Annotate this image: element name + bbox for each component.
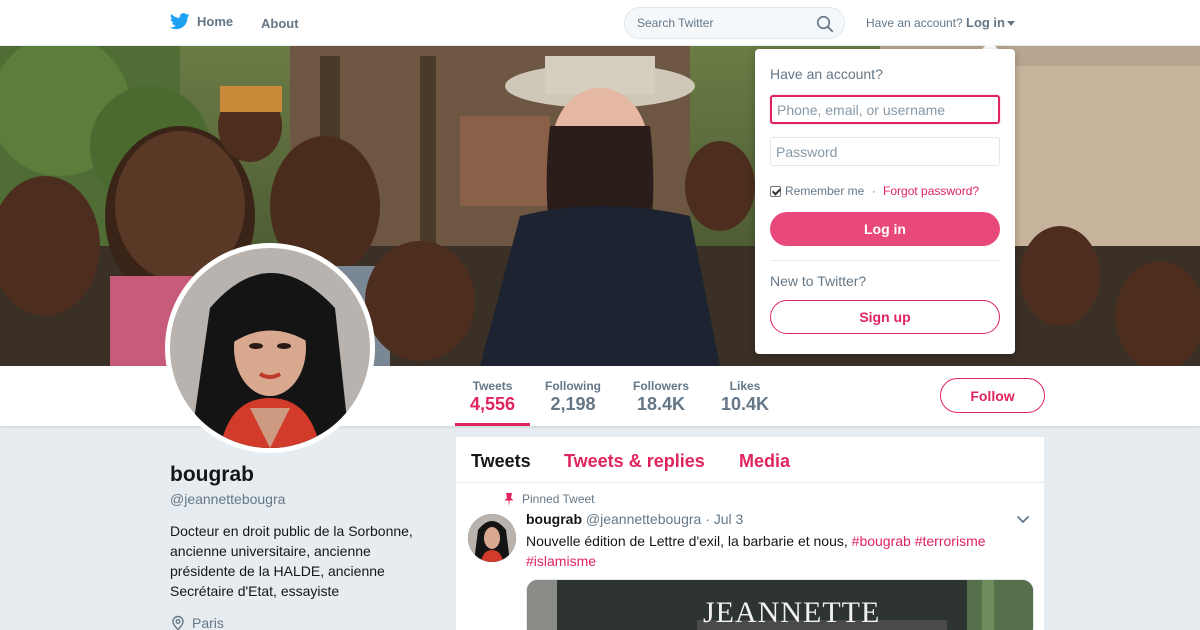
hashtag-islamisme[interactable]: #islamisme	[526, 553, 596, 569]
search-icon[interactable]	[816, 15, 834, 33]
hashtag-terrorisme[interactable]: #terrorisme	[915, 533, 986, 549]
stat-tweets-value: 4,556	[470, 394, 516, 414]
login-dropdown: Have an account? Remember me · Forgot pa…	[755, 49, 1015, 354]
tweet-author-name[interactable]: bougrab	[526, 511, 582, 527]
chevron-down-icon[interactable]	[1016, 515, 1030, 525]
stat-followers-label: Followers	[633, 379, 690, 393]
remember-me-label: Remember me	[785, 184, 865, 198]
tweet-avatar-image	[468, 514, 516, 562]
new-to-twitter-text: New to Twitter?	[770, 273, 867, 289]
pin-icon	[504, 492, 514, 506]
signup-button[interactable]: Sign up	[770, 300, 1000, 334]
timeline-tabs: Tweets Tweets & replies Media	[456, 437, 1044, 483]
stat-following-value: 2,198	[550, 394, 596, 414]
remember-separator: ·	[868, 184, 880, 198]
twitter-bird-icon	[170, 13, 190, 30]
profile-bio: Docteur en droit public de la Sorbonne, …	[170, 523, 413, 599]
stat-likes[interactable]: Likes 10.4K	[721, 379, 769, 415]
active-stat-underline	[455, 423, 530, 426]
pinned-tweet-label: Pinned Tweet	[504, 492, 595, 506]
username-field[interactable]	[770, 95, 1000, 124]
login-button[interactable]: Log in	[770, 212, 1000, 246]
timeline: Tweets Tweets & replies Media Pinned Twe…	[456, 437, 1044, 630]
have-account-text: Have an account?	[866, 16, 963, 30]
tweet-body: Nouvelle édition de Lettre d'exil, la ba…	[526, 533, 852, 549]
tab-media[interactable]: Media	[739, 451, 790, 472]
tab-tweets-replies[interactable]: Tweets & replies	[564, 451, 705, 472]
tweet-date[interactable]: · Jul 3	[705, 511, 743, 527]
pinned-tweet-text: Pinned Tweet	[522, 492, 595, 506]
stat-followers-value: 18.4K	[636, 394, 686, 414]
profile-location: Paris	[170, 615, 224, 630]
nav-home-label: Home	[197, 14, 234, 29]
dropdown-divider	[770, 260, 1000, 261]
book-cover-title: JEANNETTE	[703, 596, 881, 629]
profile-avatar[interactable]	[165, 243, 375, 453]
forgot-password-link[interactable]: Forgot password?	[883, 184, 979, 198]
stat-likes-value: 10.4K	[721, 394, 770, 414]
stat-tweets-label: Tweets	[472, 379, 513, 393]
password-field[interactable]	[770, 137, 1000, 166]
login-dropdown-toggle[interactable]: Log in	[966, 15, 1015, 30]
stat-tweets[interactable]: Tweets 4,556	[470, 379, 515, 415]
avatar-image	[170, 248, 370, 448]
stat-likes-label: Likes	[729, 379, 761, 393]
stat-followers[interactable]: Followers 18.4K	[633, 379, 689, 415]
profile-handle[interactable]: @jeannettebougra	[170, 491, 285, 507]
remember-me-checkbox[interactable]	[770, 185, 781, 197]
search-input[interactable]	[637, 16, 807, 30]
login-toggle-label: Log in	[966, 15, 1005, 30]
dropdown-title: Have an account?	[770, 66, 883, 82]
profile-location-text: Paris	[192, 615, 224, 630]
nav-about-link[interactable]: About	[261, 16, 299, 31]
tweet-avatar[interactable]	[468, 514, 516, 562]
tweet-media-image[interactable]: JEANNETTE	[526, 579, 1034, 630]
tweet-header: bougrab @jeannettebougra · Jul 3	[526, 511, 743, 527]
stat-following[interactable]: Following 2,198	[545, 379, 601, 415]
stat-following-label: Following	[545, 379, 601, 393]
search-box[interactable]	[624, 7, 845, 39]
remember-me-row: Remember me · Forgot password?	[770, 184, 979, 198]
top-navigation: Home About Have an account? Log in	[0, 0, 1200, 46]
hashtag-bougrab[interactable]: #bougrab	[852, 533, 911, 549]
follow-button[interactable]: Follow	[940, 378, 1045, 413]
dropdown-arrow	[982, 41, 998, 49]
tweet-text: Nouvelle édition de Lettre d'exil, la ba…	[526, 531, 1006, 571]
profile-name[interactable]: bougrab	[170, 463, 254, 487]
tweet-author-handle[interactable]: @jeannettebougra	[586, 511, 701, 527]
location-pin-icon	[172, 615, 184, 630]
tab-tweets[interactable]: Tweets	[471, 451, 531, 472]
nav-home-link[interactable]: Home	[170, 13, 233, 30]
caret-down-icon	[1007, 20, 1015, 26]
